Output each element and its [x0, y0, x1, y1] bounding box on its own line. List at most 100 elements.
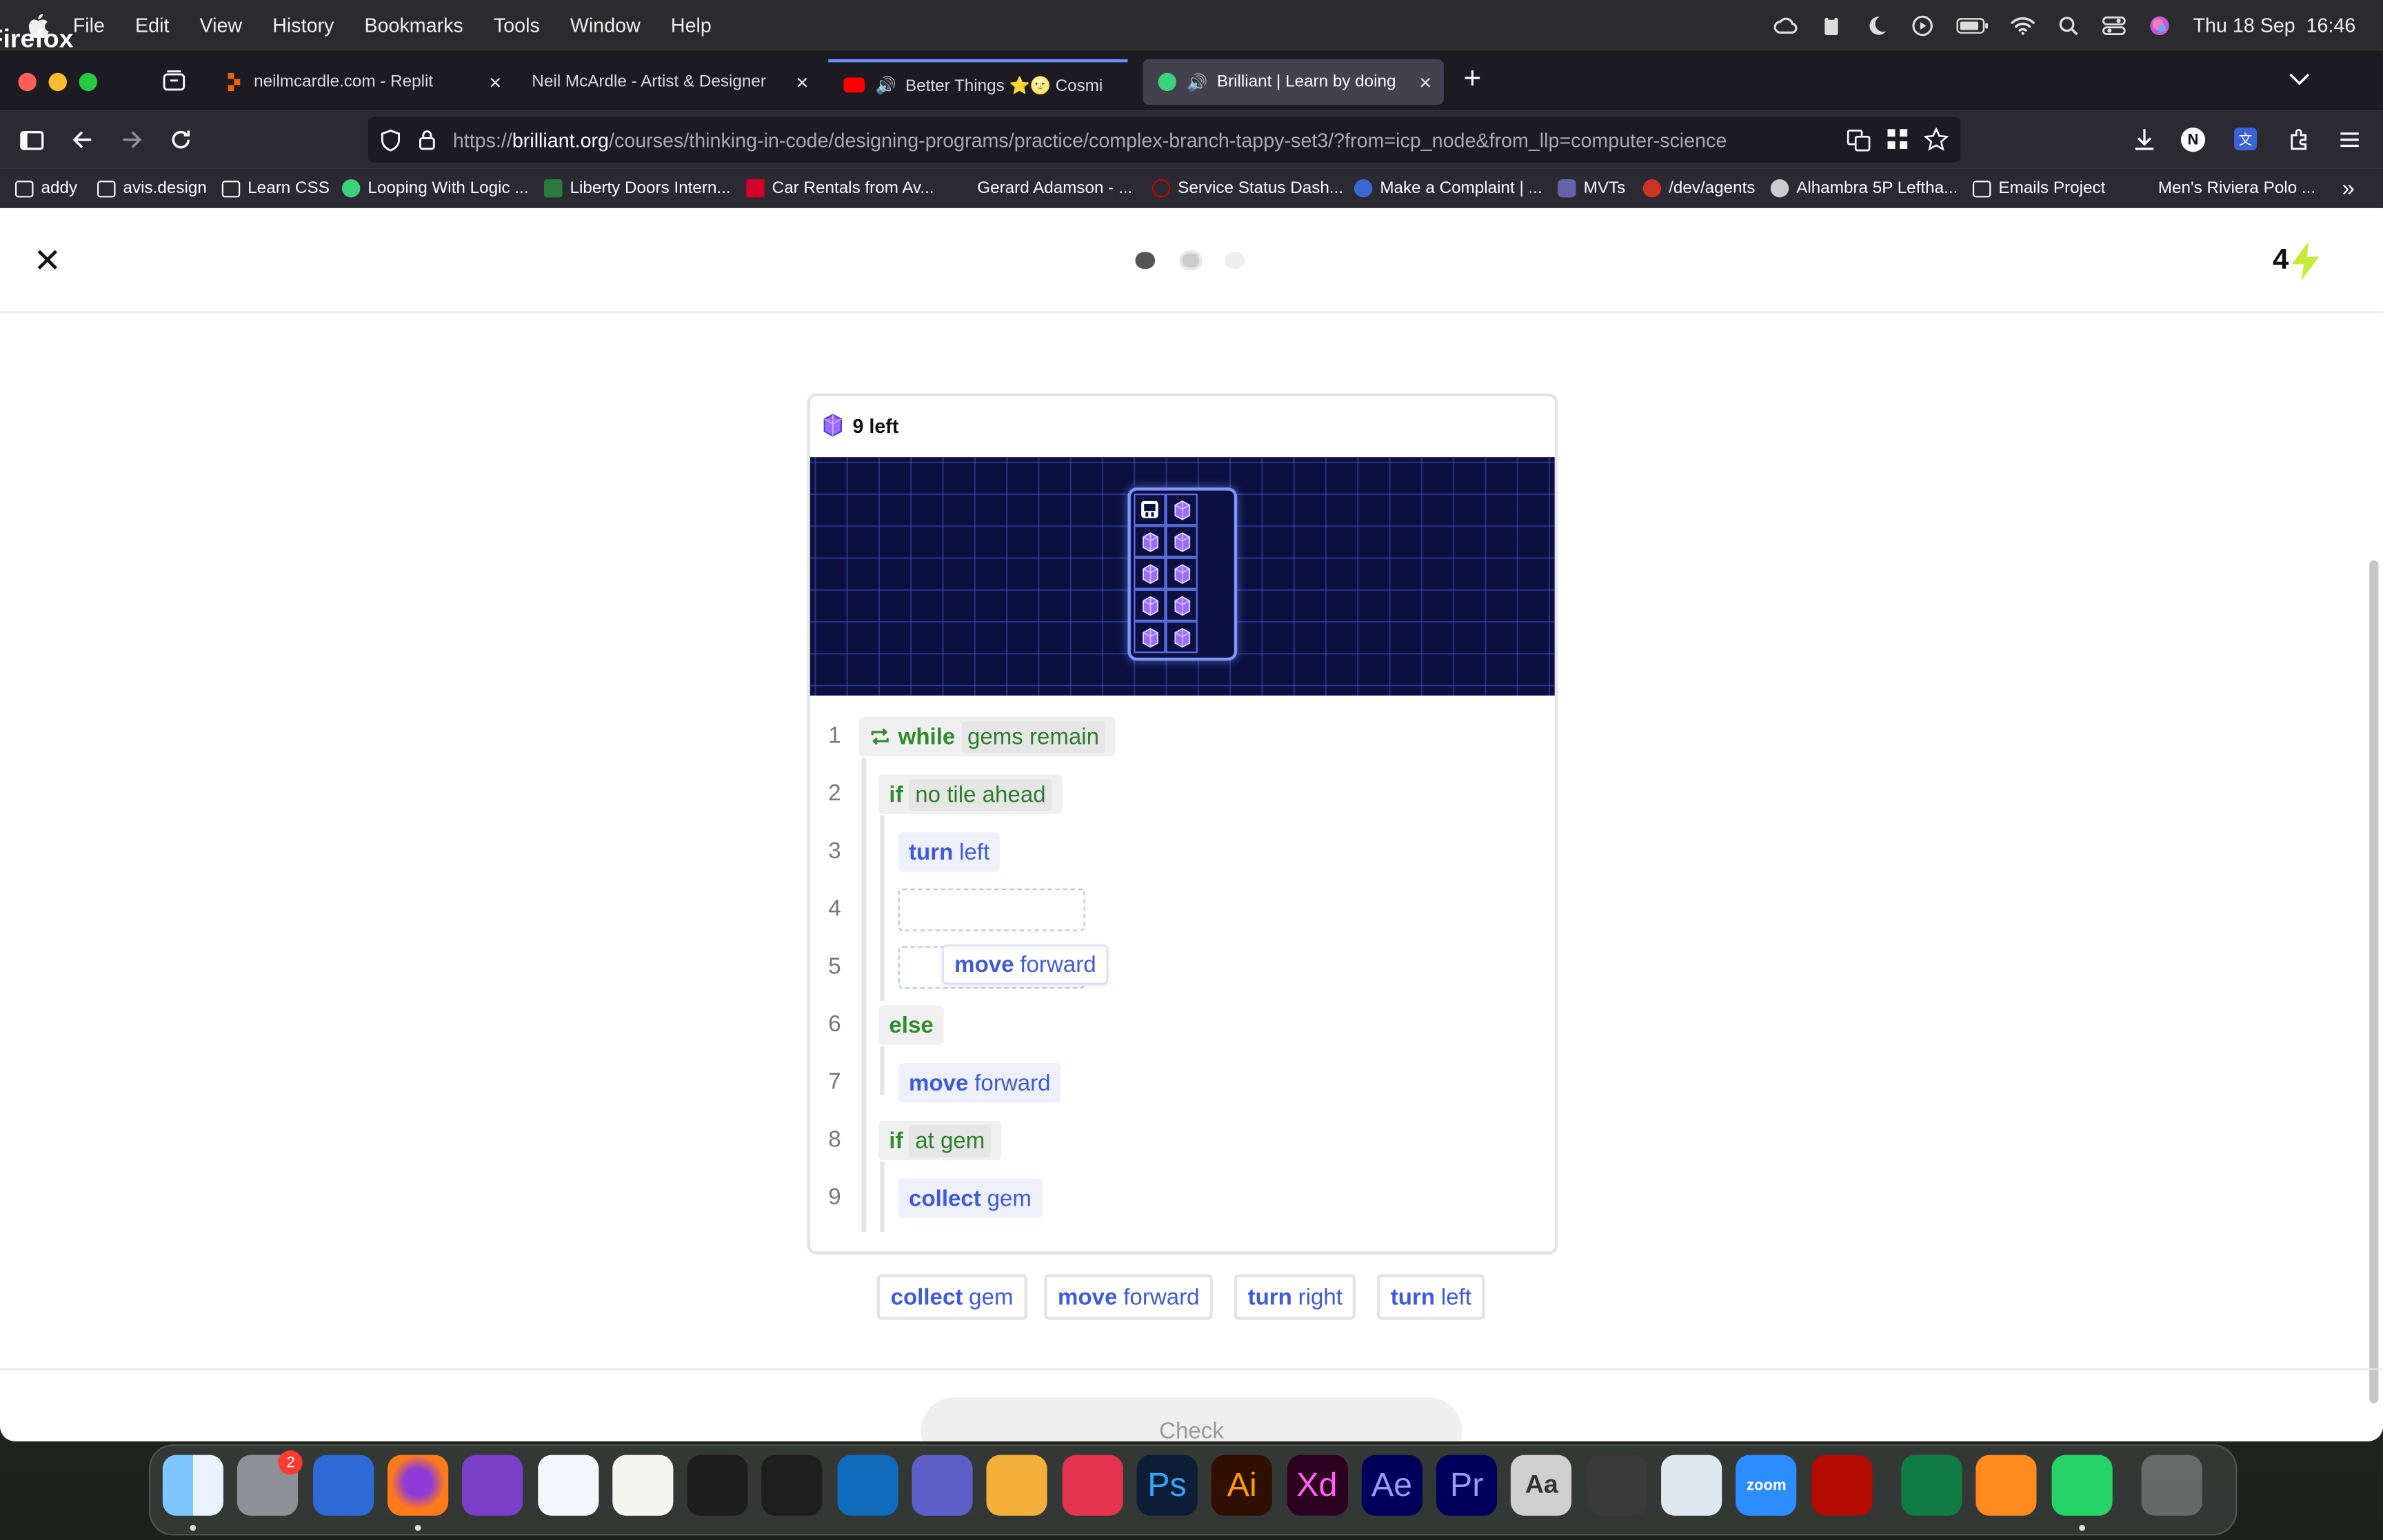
spotlight-search-icon[interactable] [2056, 14, 2080, 36]
menu-tools[interactable]: Tools [494, 14, 540, 37]
bookmark-item[interactable]: Learn CSS [221, 176, 330, 201]
menu-bar-clock[interactable]: Thu 18 Sep 16:46 [2193, 14, 2356, 37]
play-circle-icon[interactable] [1911, 14, 1935, 36]
translator-extension-icon[interactable]: 文 [2234, 128, 2258, 151]
siri-icon[interactable] [2147, 14, 2171, 36]
creative-cloud-status-icon[interactable] [1773, 14, 1798, 36]
menu-help[interactable]: Help [671, 14, 712, 37]
after-effects-app-icon[interactable]: Ae [1361, 1455, 1422, 1516]
firefox-app-icon[interactable] [387, 1455, 448, 1516]
bookmark-item[interactable]: Car Rentals from Av... [746, 176, 934, 201]
zoom-app-icon[interactable]: zoom [1736, 1455, 1797, 1516]
lock-icon[interactable] [418, 129, 436, 150]
bookmark-item[interactable]: Make a Complaint | ... [1354, 176, 1542, 201]
sidebar-toggle-icon[interactable] [18, 126, 46, 154]
hamburger-menu-icon[interactable] [2336, 126, 2364, 154]
control-center-icon[interactable] [2102, 14, 2126, 36]
tab-brilliant[interactable]: 🔊 Brilliant | Learn by doing × [1143, 59, 1444, 105]
bookmark-item[interactable]: Emails Project [1972, 176, 2105, 201]
acrobat-app-icon[interactable] [1811, 1455, 1872, 1516]
back-arrow-icon[interactable] [68, 126, 96, 154]
menu-edit[interactable]: Edit [135, 14, 169, 37]
page-scrollbar[interactable] [2364, 314, 2383, 1439]
palette-move-forward[interactable]: move forward [1044, 1274, 1214, 1320]
close-lesson-icon[interactable]: ✕ [33, 241, 61, 281]
bookmark-item[interactable]: addy [15, 176, 77, 201]
wifi-icon[interactable] [2011, 14, 2035, 36]
window-zoom-button[interactable] [79, 72, 98, 92]
vscode-app-icon[interactable] [537, 1455, 599, 1516]
menu-window[interactable]: Window [570, 14, 641, 37]
tracking-protection-shield-icon[interactable] [380, 129, 401, 152]
github-desktop-app-icon[interactable] [462, 1455, 523, 1516]
outlook-app-icon[interactable] [836, 1455, 898, 1516]
dragging-move-forward-block[interactable]: move forward [942, 944, 1109, 984]
menu-file[interactable]: File [73, 14, 105, 37]
palette-turn-left[interactable]: turn left [1376, 1274, 1485, 1320]
new-tab-button[interactable]: + [1464, 62, 1482, 97]
list-all-tabs-chevron-down-icon[interactable] [2289, 73, 2310, 87]
bookmark-item[interactable]: Service Status Dash... [1152, 176, 1343, 201]
forward-arrow-icon[interactable] [119, 126, 146, 154]
tab-close-icon[interactable]: × [489, 70, 501, 94]
bookmark-item[interactable]: Men's Riviera Polo ... [2158, 176, 2315, 201]
bookmark-item[interactable]: MVTs [1558, 176, 1625, 201]
turn-left-block[interactable]: turn left [898, 832, 1001, 872]
window-close-button[interactable] [18, 72, 37, 92]
url-text[interactable]: https://brilliant.org/courses/thinking-i… [453, 128, 1727, 151]
finder-app-icon[interactable] [162, 1455, 224, 1516]
palette-turn-right[interactable]: turn right [1234, 1274, 1356, 1320]
tab-close-icon[interactable]: × [796, 70, 809, 94]
downloads-icon[interactable] [2131, 126, 2158, 154]
figma-app-icon[interactable] [762, 1455, 823, 1516]
if-block[interactable]: if no tile ahead [878, 774, 1063, 814]
launchpad-app-icon[interactable] [312, 1455, 374, 1516]
bookmark-item[interactable]: Liberty Doors Intern... [544, 176, 731, 201]
chrome-canary-app-icon[interactable] [987, 1455, 1048, 1516]
else-block[interactable]: else [878, 1005, 945, 1045]
adobe-xd-app-icon[interactable]: Xd [1286, 1455, 1347, 1516]
empty-drop-slot[interactable] [898, 888, 1085, 931]
photoshop-app-icon[interactable]: Ps [1136, 1455, 1198, 1516]
preview-app-icon[interactable] [1661, 1455, 1722, 1516]
address-bar[interactable]: https://brilliant.org/courses/thinking-i… [368, 116, 1961, 163]
battery-icon[interactable] [1956, 14, 1989, 36]
illustrator-app-icon[interactable]: Ai [1211, 1455, 1273, 1516]
clipboard-status-icon[interactable] [1819, 14, 1843, 36]
menu-history[interactable]: History [272, 14, 334, 37]
creative-cloud-app-icon[interactable] [1061, 1455, 1123, 1516]
textedit-app-icon[interactable] [612, 1455, 673, 1516]
bookmark-item[interactable]: Gerard Adamson - ... [977, 176, 1132, 201]
books-app-icon[interactable] [1975, 1455, 2037, 1516]
tab-youtube[interactable]: 🔊 Better Things ⭐🌝 Cosmic [828, 59, 1128, 108]
excel-app-icon[interactable] [1901, 1455, 1962, 1516]
speaker-icon[interactable]: 🔊 [876, 75, 896, 94]
if-block[interactable]: if at gem [878, 1120, 1002, 1161]
while-block[interactable]: while gems remain [858, 716, 1116, 757]
teams-app-icon[interactable] [912, 1455, 973, 1516]
more-bookmarks-chevron-icon[interactable]: » [2342, 175, 2355, 201]
menu-view[interactable]: View [200, 14, 243, 37]
check-button[interactable]: Check [921, 1397, 1462, 1441]
font-book-app-icon[interactable]: Aa [1511, 1455, 1572, 1516]
profile-avatar-icon[interactable]: N [2180, 128, 2206, 152]
bookmark-item[interactable]: Alhambra 5P Leftha... [1770, 176, 1958, 201]
firefox-view-icon[interactable] [163, 70, 185, 91]
window-minimize-button[interactable] [48, 72, 67, 92]
bookmark-item[interactable]: /dev/agents [1642, 176, 1755, 201]
tab-replit[interactable]: neilmcardle.com - Replit × [210, 59, 514, 105]
bookmark-item[interactable]: Looping With Logic ... [341, 176, 529, 201]
bookmark-star-icon[interactable] [1924, 128, 1949, 152]
premiere-pro-app-icon[interactable]: Pr [1436, 1455, 1498, 1516]
trash-app-icon[interactable] [2141, 1455, 2202, 1516]
calculator-app-icon[interactable] [1586, 1455, 1647, 1516]
extensions-puzzle-icon[interactable] [2286, 126, 2313, 154]
speaker-icon[interactable]: 🔊 [1187, 72, 1207, 92]
tab-close-icon[interactable]: × [1419, 70, 1431, 94]
palette-collect-gem[interactable]: collect gem [876, 1274, 1027, 1320]
menu-bookmarks[interactable]: Bookmarks [364, 14, 463, 37]
scrollbar-thumb[interactable] [2369, 560, 2379, 1404]
whatsapp-app-icon[interactable] [2051, 1455, 2112, 1516]
reload-icon[interactable] [167, 126, 194, 154]
terminal-app-icon[interactable] [687, 1455, 748, 1516]
